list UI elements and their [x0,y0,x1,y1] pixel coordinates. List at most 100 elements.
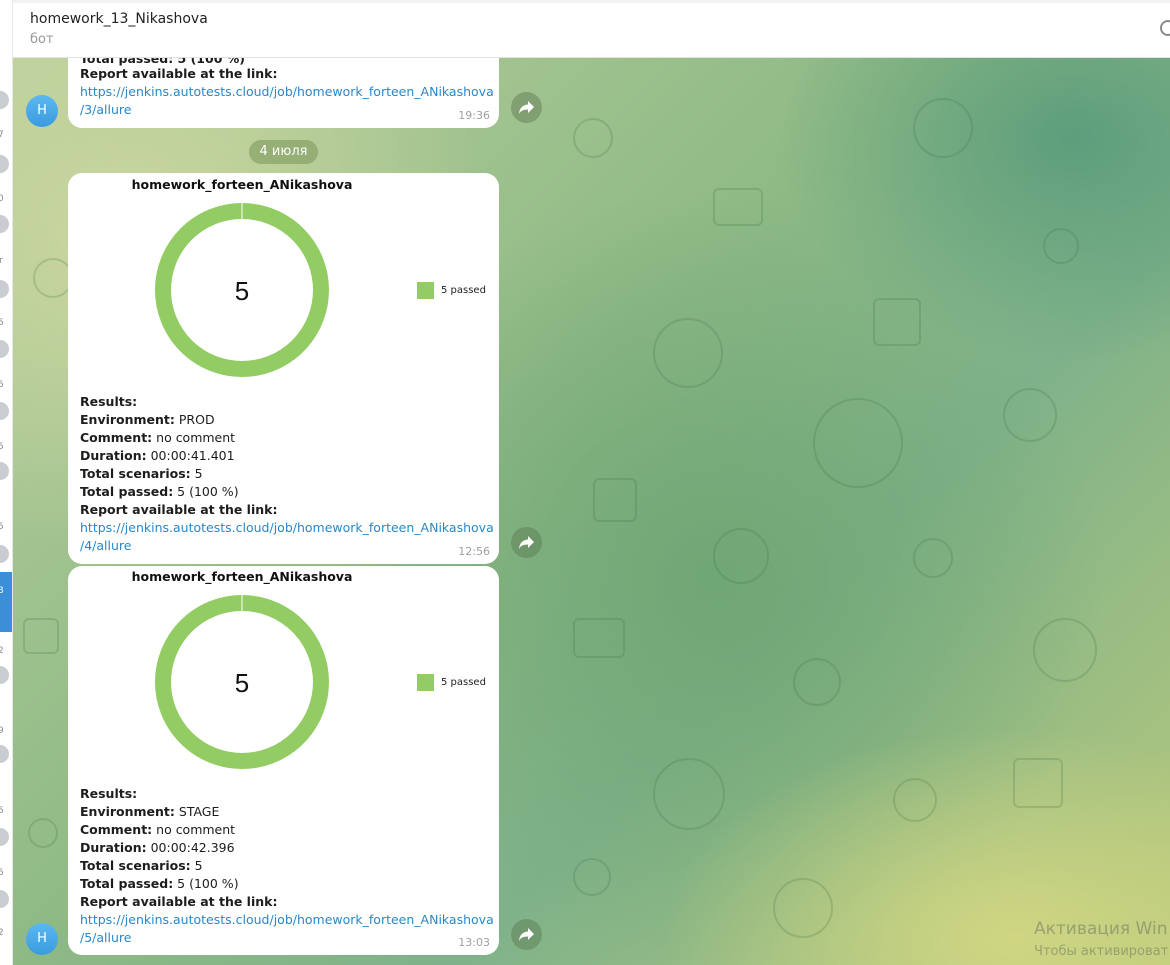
background-doodle [893,778,937,822]
background-doodle [1043,228,1079,264]
results-label: Results: [80,394,138,409]
report-link[interactable]: https://jenkins.autotests.cloud/job/home… [80,83,494,101]
chat-avatar[interactable] [0,215,9,233]
chat-count: 9 [0,726,4,736]
chat-avatar[interactable] [0,91,9,109]
chat-header[interactable]: homework_13_Nikashova бот [13,0,1170,58]
donut-center-value: 5 [235,668,249,698]
background-doodle [913,538,953,578]
background-doodle [653,758,725,830]
chat-avatar[interactable] [0,828,9,846]
chat-count: 5 [0,868,4,878]
background-doodle [773,878,833,938]
share-button[interactable] [511,92,542,123]
comment-row: Comment: no comment [80,822,236,837]
chat-messages-area[interactable]: Total passed: 5 (100 %) Report available… [13,58,1170,965]
chat-avatar[interactable] [0,462,9,480]
background-doodle [593,478,637,522]
total-scenarios-row: Total scenarios: 5 [80,466,203,481]
activation-watermark-subtitle: Чтобы активироват [1034,944,1169,959]
donut-chart: 5 [155,203,329,377]
background-doodle [1033,618,1097,682]
background-doodle [813,398,903,488]
background-doodle [1003,388,1057,442]
report-link[interactable]: https://jenkins.autotests.cloud/job/home… [80,519,494,537]
chat-count: 5 [0,380,4,390]
background-doodle [28,818,58,848]
chat-title: homework_13_Nikashova [30,11,208,27]
chat-count: 5 [0,522,4,532]
report-label: Report available at the link: [80,894,278,909]
message-time: 12:56 [458,545,490,558]
report-link-cont[interactable]: /4/allure [80,537,131,555]
message-time: 19:36 [458,109,490,122]
bot-avatar[interactable]: H [26,95,58,127]
duration-row: Duration: 00:00:41.401 [80,448,235,463]
total-passed-row: Total passed: 5 (100 %) [80,484,239,499]
bot-avatar[interactable]: H [26,923,58,955]
report-link[interactable]: https://jenkins.autotests.cloud/job/home… [80,911,494,929]
donut-chart: 5 [155,595,329,769]
chat-avatar[interactable] [0,402,9,420]
report-label: Report available at the link: [80,66,278,81]
chat-count: 3 [0,586,4,596]
legend-swatch-passed [417,674,434,691]
chat-avatar[interactable] [0,666,9,684]
background-doodle [573,618,625,658]
donut-center-value: 5 [235,276,249,306]
share-arrow-icon [519,101,534,114]
chat-avatar[interactable] [0,545,9,563]
comment-row: Comment: no comment [80,430,236,445]
environment-row: Environment: PROD [80,412,215,427]
total-scenarios-row: Total scenarios: 5 [80,858,203,873]
background-doodle [23,618,59,654]
chat-avatar[interactable] [0,155,9,173]
background-doodle [573,858,611,896]
background-doodle [713,188,763,226]
chat-avatar[interactable] [0,280,9,298]
message-bubble[interactable]: homework_forteen_ANikashova 5 5 passed R… [68,173,499,564]
total-passed-row: Total passed: 5 (100 %) [80,876,239,891]
share-arrow-icon [519,536,534,549]
chat-avatar[interactable] [0,890,9,908]
background-doodle [573,118,613,158]
report-link-cont[interactable]: /5/allure [80,929,131,947]
chat-count: 7 [0,130,4,140]
environment-row: Environment: STAGE [80,804,220,819]
message-bubble[interactable]: Total passed: 5 (100 %) Report available… [68,58,499,128]
chart-title: homework_forteen_ANikashova [131,569,353,584]
chat-count: т [0,256,3,266]
background-doodle [913,98,973,158]
report-link-cont[interactable]: /3/allure [80,101,131,119]
chat-count: 2 [0,646,4,656]
background-doodle [873,298,921,346]
chat-avatar[interactable] [0,340,9,358]
share-button[interactable] [511,919,542,950]
background-doodle [1013,758,1063,808]
chat-count: 0 [0,194,4,204]
background-doodle [793,658,841,706]
legend-swatch-passed [417,282,434,299]
background-doodle [653,318,723,388]
message-time: 13:03 [458,936,490,949]
report-label: Report available at the link: [80,502,278,517]
chat-count: 5 [0,442,4,452]
activation-watermark-title: Активация Win [1034,919,1168,939]
chat-count: 5 [0,806,4,816]
legend-label-passed: 5 passed [441,285,486,296]
chat-count: 2 [0,928,4,938]
share-button[interactable] [511,527,542,558]
background-doodle [713,528,769,584]
share-arrow-icon [519,928,534,941]
results-label: Results: [80,786,138,801]
chat-avatar[interactable] [0,745,9,763]
chat-subtitle: бот [30,32,54,47]
header-top-border [13,0,1170,3]
search-icon[interactable] [1160,20,1170,36]
message-bubble[interactable]: homework_forteen_ANikashova 5 5 passed R… [68,566,499,955]
active-chat-indicator[interactable] [0,572,12,632]
chart-title: homework_forteen_ANikashova [131,177,353,192]
date-separator: 4 июля [249,140,318,164]
background-doodle [33,258,73,298]
legend-label-passed: 5 passed [441,677,486,688]
